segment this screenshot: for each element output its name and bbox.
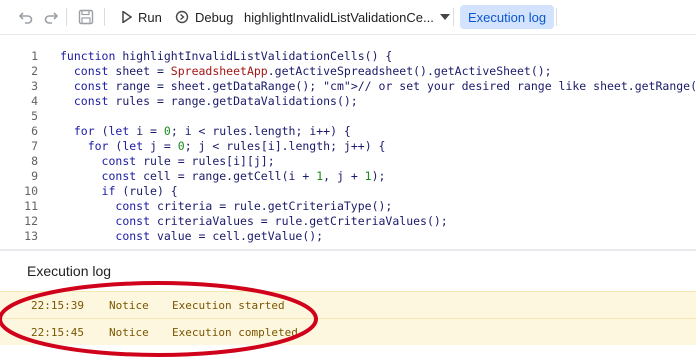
toolbar-divider — [453, 8, 454, 26]
code-text: const cell = range.getCell(i + 1, j + 1)… — [101, 169, 386, 183]
log-row: 22:15:39 Notice Execution started — [0, 291, 696, 318]
debug-button[interactable]: Debug — [175, 0, 233, 34]
log-level: Notice — [109, 299, 149, 312]
log-row: 22:15:45 Notice Execution completed — [0, 318, 696, 345]
function-select[interactable]: highlightInvalidListValidationCe... — [244, 0, 450, 34]
debug-icon — [175, 10, 189, 24]
code-line[interactable]: 8 const rule = rules[i][j]; — [0, 154, 696, 169]
save-icon[interactable] — [78, 0, 94, 34]
code-text: const criteria = rule.getCriteriaType(); — [115, 199, 393, 213]
code-line[interactable]: 2 const sheet = SpreadsheetApp.getActive… — [0, 64, 696, 79]
log-time: 22:15:45 — [31, 326, 84, 339]
toolbar-divider — [556, 8, 557, 26]
line-number: 5 — [31, 109, 38, 123]
code-line[interactable]: 12 const criteriaValues = rule.getCriter… — [0, 214, 696, 229]
execution-log-title: Execution log — [27, 263, 112, 279]
line-number: 1 — [31, 49, 38, 63]
code-text: const range = sheet.getDataRange(); "cm"… — [73, 79, 696, 93]
dropdown-arrow-icon — [439, 14, 450, 20]
code-text: const value = cell.getValue(); — [115, 229, 324, 243]
toolbar-divider — [66, 8, 67, 26]
line-number: 8 — [31, 154, 38, 168]
code-line[interactable]: 13 const value = cell.getValue(); — [0, 229, 696, 244]
code-line[interactable]: 11 const criteria = rule.getCriteriaType… — [0, 199, 696, 214]
run-button[interactable]: Run — [122, 0, 162, 34]
code-text: const rule = rules[i][j]; — [101, 154, 275, 168]
line-number: 7 — [31, 139, 38, 153]
code-text: const criteriaValues = rule.getCriteriaV… — [115, 214, 448, 228]
line-number: 9 — [31, 169, 38, 183]
line-number: 13 — [24, 229, 38, 243]
code-line[interactable]: 3 const range = sheet.getDataRange(); "c… — [0, 79, 696, 94]
debug-label: Debug — [195, 9, 234, 25]
code-text: function highlightInvalidListValidationC… — [60, 49, 393, 63]
execution-log-button[interactable]: Execution log — [460, 5, 555, 29]
line-number: 10 — [24, 184, 38, 198]
line-number: 2 — [31, 64, 38, 78]
run-label: Run — [138, 9, 162, 25]
code-line[interactable]: 6 for (let i = 0; i < rules.length; i++)… — [0, 124, 696, 139]
log-message: Execution completed — [172, 326, 298, 339]
code-text: if (rule) { — [101, 184, 178, 198]
code-line[interactable]: 10 if (rule) { — [0, 184, 696, 199]
code-line[interactable]: 9 const cell = range.getCell(i + 1, j + … — [0, 169, 696, 184]
toolbar-divider — [104, 8, 105, 26]
redo-icon[interactable] — [43, 0, 59, 34]
code-line[interactable]: 4 const rules = range.getDataValidations… — [0, 94, 696, 109]
code-text: for (let i = 0; i < rules.length; i++) { — [73, 124, 351, 138]
line-number: 12 — [24, 214, 38, 228]
log-message: Execution started — [172, 299, 285, 312]
code-editor[interactable]: 1 function highlightInvalidListValidation… — [0, 49, 696, 247]
line-number: 3 — [31, 79, 38, 93]
execution-log-label: Execution log — [468, 9, 547, 25]
code-line[interactable]: 7 for (let j = 0; j < rules[i].length; j… — [0, 139, 696, 154]
code-text: for (let j = 0; j < rules[i].length; j++… — [87, 139, 386, 153]
line-number: 4 — [31, 94, 38, 108]
code-text: const sheet = SpreadsheetApp.getActiveSp… — [73, 64, 552, 78]
code-text: const rules = range.getDataValidations()… — [73, 94, 358, 108]
log-time: 22:15:39 — [31, 299, 84, 312]
log-level: Notice — [109, 326, 149, 339]
play-icon — [122, 11, 132, 23]
code-line[interactable]: 5 — [0, 109, 696, 124]
toolbar-bottom-border — [0, 34, 696, 35]
line-number: 11 — [24, 199, 38, 213]
line-number: 6 — [31, 124, 38, 138]
code-line[interactable]: 1 function highlightInvalidListValidation… — [0, 49, 696, 64]
undo-icon[interactable] — [18, 0, 34, 34]
toolbar: Run Debug highlightInvalidListValidation… — [0, 0, 696, 34]
function-name: highlightInvalidListValidationCe... — [244, 9, 434, 25]
